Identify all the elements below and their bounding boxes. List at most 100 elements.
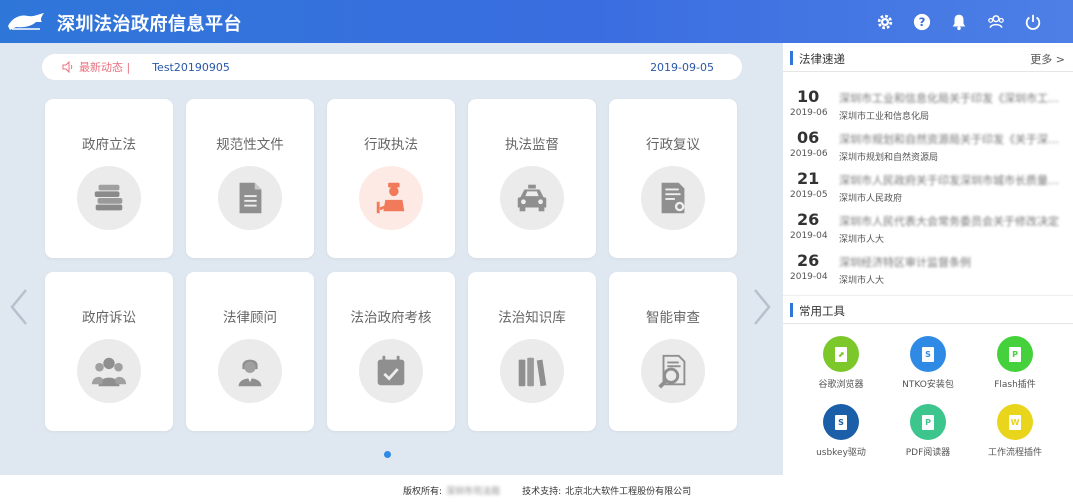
tool-label: usbkey驱动: [816, 448, 866, 458]
usbkey-icon: S: [823, 404, 859, 440]
tool-label: 工作流程插件: [987, 448, 1042, 458]
law-year-month: 2019-04: [790, 231, 828, 241]
right-panel: 法律速递 更多 > 10 2019-06 深圳市工业和信息化局关于印发《深圳市工…: [783, 43, 1073, 475]
tool-chrome[interactable]: ⬈ 谷歌浏览器: [799, 336, 883, 396]
top-header: 深圳法治政府信息平台 ?: [0, 0, 1073, 43]
law-day: 10: [797, 87, 820, 106]
tile-label: 法律顾问: [223, 310, 277, 326]
tile-enforcement-supervision[interactable]: 执法监督: [468, 99, 596, 258]
tool-label: Flash插件: [994, 380, 1036, 390]
law-org: 深圳市规划和自然资源局: [839, 153, 939, 163]
tile-label: 行政复议: [646, 137, 700, 153]
magnifier-document-icon: [641, 339, 705, 403]
carousel-prev-arrow-icon[interactable]: [9, 287, 29, 327]
law-org: 深圳市工业和信息化局: [839, 112, 930, 122]
law-list-item[interactable]: 26 2019-04 深圳经济特区审计监督条例 深圳市人大: [783, 251, 1073, 292]
calendar-check-icon: [359, 339, 423, 403]
tool-usbkey[interactable]: S usbkey驱动: [799, 404, 883, 464]
copyright-label: 版权所有:: [403, 487, 443, 497]
binders-icon: [500, 339, 564, 403]
tool-ntko[interactable]: S NTKO安装包: [886, 336, 970, 396]
tool-label: NTKO安装包: [902, 380, 954, 390]
carousel-next-arrow-icon[interactable]: [752, 287, 772, 327]
news-label: 最新动态 |: [79, 61, 131, 74]
law-list-item[interactable]: 26 2019-04 深圳市人民代表大会常务委员会关于修改决定 深圳市人大: [783, 210, 1073, 251]
tile-label: 政府立法: [82, 137, 136, 153]
law-list-item[interactable]: 21 2019-05 深圳市人民政府关于印发深圳市城市长质量管理 深圳市人民政府: [783, 169, 1073, 210]
tool-flash[interactable]: P Flash插件: [973, 336, 1057, 396]
law-org: 深圳市人民政府: [839, 194, 903, 204]
law-title: 深圳市人民代表大会常务委员会关于修改决定: [839, 215, 1059, 228]
tile-administrative-review[interactable]: 行政复议: [609, 99, 737, 258]
tile-label: 规范性文件: [216, 137, 284, 153]
carousel-page-dot[interactable]: [384, 451, 391, 458]
law-day: 06: [797, 128, 820, 147]
help-icon[interactable]: ?: [903, 11, 940, 33]
review-document-icon: [641, 166, 705, 230]
tile-legal-advisor[interactable]: 法律顾问: [186, 272, 314, 431]
tool-label: 谷歌浏览器: [818, 380, 864, 390]
officer-icon: [359, 166, 423, 230]
law-list-item[interactable]: 06 2019-06 深圳市规划和自然资源局关于印发《关于深入推进 深圳市规划和…: [783, 128, 1073, 169]
law-year-month: 2019-04: [790, 272, 828, 282]
law-title: 深圳市工业和信息化局关于印发《深圳市工业和信息化局: [839, 92, 1064, 105]
law-year-month: 2019-06: [790, 108, 828, 118]
police-car-icon: [500, 166, 564, 230]
law-org: 深圳市人大: [839, 276, 885, 286]
law-title: 深圳市人民政府关于印发深圳市城市长质量管理: [839, 174, 1064, 187]
law-express-title: 法律速递: [799, 52, 845, 66]
people-icon: [77, 339, 141, 403]
main-area: 最新动态 | Test20190905 2019-09-05 政府立法 规范性文…: [0, 43, 783, 475]
footer: 版权所有: 深圳市司法局 技术支持: 北京北大软件工程股份有限公司: [0, 475, 1073, 502]
books-icon: [77, 166, 141, 230]
law-list-item[interactable]: 10 2019-06 深圳市工业和信息化局关于印发《深圳市工业和信息化局 深圳市…: [783, 87, 1073, 128]
logo-icon: [8, 13, 44, 30]
section-accent-bar: [790, 303, 793, 317]
chrome-icon: ⬈: [823, 336, 859, 372]
tools-title: 常用工具: [799, 304, 845, 318]
gear-icon[interactable]: [866, 11, 903, 33]
speaker-icon: [62, 61, 73, 73]
document-icon: [218, 166, 282, 230]
news-title-link[interactable]: Test20190905: [152, 61, 230, 74]
tile-rule-of-law-assessment[interactable]: 法治政府考核: [327, 272, 455, 431]
law-day: 26: [797, 251, 820, 270]
tile-intelligent-review[interactable]: 智能审查: [609, 272, 737, 431]
section-accent-bar: [790, 51, 793, 65]
tool-pdf-reader[interactable]: P PDF阅读器: [886, 404, 970, 464]
tile-label: 智能审查: [646, 310, 700, 326]
power-icon[interactable]: [1014, 11, 1051, 33]
pdf-icon: P: [910, 404, 946, 440]
law-year-month: 2019-06: [790, 149, 828, 159]
support-label: 技术支持:: [522, 487, 562, 497]
bell-icon[interactable]: [940, 11, 977, 33]
tile-normative-documents[interactable]: 规范性文件: [186, 99, 314, 258]
tile-administrative-enforcement[interactable]: 行政执法: [327, 99, 455, 258]
law-title: 深圳经济特区审计监督条例: [839, 256, 971, 269]
law-day: 21: [797, 169, 820, 188]
tool-label: PDF阅读器: [905, 448, 951, 458]
tile-label: 执法监督: [505, 137, 559, 153]
copyright-value: 深圳市司法局: [446, 487, 501, 497]
news-ticker[interactable]: 最新动态 | Test20190905 2019-09-05: [42, 54, 742, 80]
law-title: 深圳市规划和自然资源局关于印发《关于深入推进: [839, 133, 1064, 146]
law-org: 深圳市人大: [839, 235, 885, 245]
tile-legal-knowledge-base[interactable]: 法治知识库: [468, 272, 596, 431]
svg-text:?: ?: [918, 15, 925, 29]
users-icon[interactable]: [977, 11, 1014, 33]
tile-label: 法治知识库: [498, 310, 566, 326]
advisor-icon: [218, 339, 282, 403]
news-date: 2019-09-05: [650, 60, 714, 74]
law-day: 26: [797, 210, 820, 229]
tile-label: 行政执法: [364, 137, 418, 153]
tile-government-litigation[interactable]: 政府诉讼: [45, 272, 173, 431]
tool-workflow-plugin[interactable]: W 工作流程插件: [973, 404, 1057, 464]
law-year-month: 2019-05: [790, 190, 828, 200]
tile-label: 政府诉讼: [82, 310, 136, 326]
law-express-header: 法律速递 更多 >: [783, 43, 1073, 72]
tools-header: 常用工具: [783, 295, 1073, 324]
tile-government-legislation[interactable]: 政府立法: [45, 99, 173, 258]
law-more-link[interactable]: 更多 >: [1030, 51, 1065, 67]
workflow-icon: W: [997, 404, 1033, 440]
flash-icon: P: [997, 336, 1033, 372]
